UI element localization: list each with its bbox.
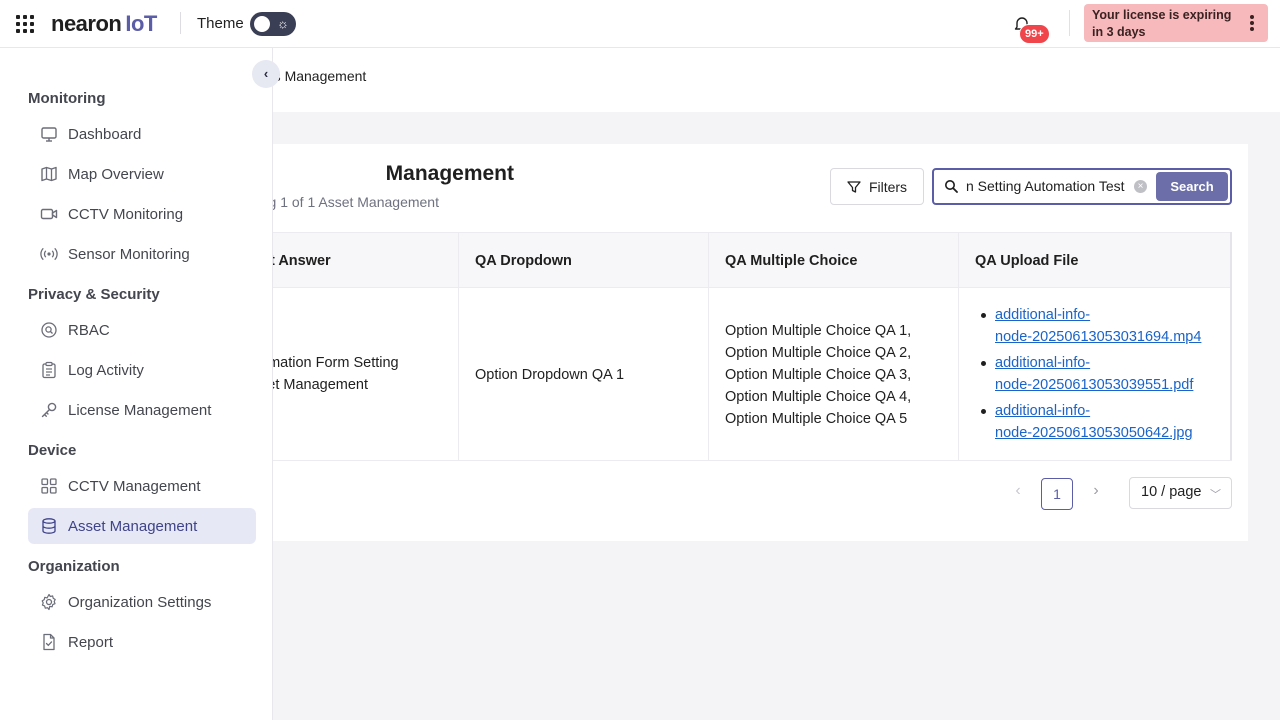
- page-size-value: 10 / page: [1141, 484, 1202, 500]
- page-number-button[interactable]: 1: [1041, 478, 1073, 510]
- file-list-item: additional-info-node-20250613053039551.p…: [975, 352, 1201, 396]
- cell-dropdown: Option Dropdown QA 1: [475, 367, 625, 383]
- column-header-dropdown[interactable]: QA Dropdown: [475, 233, 572, 288]
- sidebar-item-organization-settings[interactable]: Organization Settings: [28, 584, 256, 620]
- sidebar-item-label: Log Activity: [68, 361, 144, 379]
- page-size-select[interactable]: 10 / page ﹀: [1129, 477, 1232, 509]
- choice-item: Option Multiple Choice QA 1,: [725, 323, 912, 339]
- chevron-down-icon: ﹀: [1210, 489, 1221, 501]
- file-link[interactable]: additional-info-node-20250613053031694.m…: [995, 307, 1201, 345]
- sidebar-item-log-activity[interactable]: Log Activity: [28, 352, 256, 388]
- search-button[interactable]: Search: [1156, 172, 1228, 201]
- choice-item: Option Multiple Choice QA 2,: [725, 345, 912, 361]
- cell-answer: omation Form Setting set Management: [260, 352, 460, 396]
- database-icon: [42, 518, 56, 534]
- clipboard-icon: [42, 361, 56, 379]
- app-launcher-icon[interactable]: [16, 15, 34, 33]
- sidebar-item-sensor-monitoring[interactable]: Sensor Monitoring: [28, 236, 256, 272]
- search-field[interactable]: n Setting Automation Test × Search: [932, 168, 1232, 205]
- app-logo[interactable]: nearon IoT: [51, 11, 157, 37]
- cell-multiple-choice: Option Multiple Choice QA 1, Option Mult…: [725, 320, 911, 430]
- sidebar-collapse-button[interactable]: ‹: [252, 60, 280, 88]
- cell-answer-line: set Management: [260, 377, 369, 393]
- column-header-multiple-choice[interactable]: QA Multiple Choice: [725, 233, 857, 288]
- sidebar-item-map-overview[interactable]: Map Overview: [28, 156, 256, 192]
- table-row: omation Form Setting set Management Opti…: [120, 288, 1232, 461]
- sidebar-item-label: Organization Settings: [68, 593, 212, 611]
- cell-upload-file: additional-info-node-20250613053031694.m…: [975, 304, 1201, 448]
- sidebar-item-rbac[interactable]: RBAC: [28, 312, 256, 348]
- content-card: Management g 1 of 1 Asset Management Fil…: [120, 144, 1248, 541]
- user-search-icon: [41, 322, 57, 338]
- toggle-knob: [252, 14, 272, 34]
- sidebar-item-cctv-management[interactable]: CCTV Management: [28, 468, 256, 504]
- video-icon: [40, 208, 58, 220]
- sidebar-item-dashboard[interactable]: Dashboard: [28, 116, 256, 152]
- license-warning-text: Your license is expiring in 3 days: [1092, 8, 1232, 39]
- column-header-upload-file[interactable]: QA Upload File: [975, 233, 1078, 288]
- filter-icon: [847, 180, 861, 193]
- grid-icon: [41, 478, 57, 494]
- logo-text: nearon: [51, 11, 122, 36]
- column-header-answer[interactable]: t Answer: [270, 233, 331, 288]
- notification-badge: 99+: [1019, 24, 1050, 44]
- sidebar-item-cctv-monitoring[interactable]: CCTV Monitoring: [28, 196, 256, 232]
- top-header: nearon IoT Theme ☼ 99+ Your license is ex…: [0, 0, 1280, 48]
- sidebar-item-label: Sensor Monitoring: [68, 245, 190, 263]
- sidebar-item-label: CCTV Monitoring: [68, 205, 184, 223]
- previous-page-button[interactable]: ‹: [1008, 482, 1028, 502]
- sidebar-section-organization: Organization: [28, 558, 120, 575]
- header-divider: [180, 12, 181, 34]
- license-warning: Your license is expiring in 3 days: [1084, 4, 1268, 42]
- gear-icon: [41, 593, 56, 611]
- sidebar-section-device: Device: [28, 442, 77, 459]
- sun-icon: ☼: [277, 16, 289, 31]
- choice-item: Option Multiple Choice QA 4,: [725, 389, 912, 405]
- filters-label: Filters: [868, 178, 908, 195]
- filters-button[interactable]: Filters: [830, 168, 924, 205]
- search-input[interactable]: n Setting Automation Test: [966, 178, 1128, 194]
- sidebar-item-asset-management[interactable]: Asset Management: [28, 508, 256, 544]
- sidebar-section-monitoring: Monitoring: [28, 90, 106, 107]
- sidebar-item-label: CCTV Management: [68, 477, 201, 495]
- key-icon: [41, 402, 57, 418]
- more-options-icon[interactable]: [1250, 15, 1254, 31]
- choice-item: Option Multiple Choice QA 5: [725, 411, 908, 427]
- sidebar-item-report[interactable]: Report: [28, 624, 256, 660]
- choice-item: Option Multiple Choice QA 3,: [725, 367, 912, 383]
- theme-toggle[interactable]: ☼: [250, 12, 296, 36]
- sidebar-section-privacy-security: Privacy & Security: [28, 286, 160, 303]
- cell-answer-line: omation Form Setting: [260, 355, 399, 371]
- sidebar-item-label: Asset Management: [68, 517, 198, 535]
- map-icon: [41, 166, 57, 182]
- broadcast-icon: [40, 247, 58, 261]
- sidebar-item-label: Dashboard: [68, 125, 142, 143]
- file-list-item: additional-info-node-20250613053050642.j…: [975, 400, 1201, 444]
- file-link[interactable]: additional-info-node-20250613053050642.j…: [995, 403, 1193, 441]
- sidebar: Monitoring Dashboard Map Overview CCTV M…: [0, 48, 273, 720]
- logo-suffix: IoT: [125, 11, 157, 36]
- file-list-item: additional-info-node-20250613053031694.m…: [975, 304, 1201, 348]
- sidebar-item-label: Report: [68, 633, 114, 651]
- search-icon: [945, 180, 958, 193]
- theme-label: Theme: [197, 15, 244, 32]
- sidebar-item-label: Map Overview: [68, 165, 164, 183]
- monitor-icon: [41, 127, 57, 142]
- header-divider: [1069, 10, 1070, 36]
- file-link[interactable]: additional-info-node-20250613053039551.p…: [995, 355, 1193, 393]
- sidebar-item-label: License Management: [68, 401, 212, 419]
- sidebar-item-label: RBAC: [68, 321, 110, 339]
- sidebar-item-license-management[interactable]: License Management: [28, 392, 256, 428]
- clear-icon[interactable]: ×: [1134, 180, 1147, 193]
- next-page-button[interactable]: ›: [1086, 482, 1106, 502]
- table-header: t Answer QA Dropdown QA Multiple Choice …: [120, 232, 1232, 288]
- file-check-icon: [43, 633, 55, 651]
